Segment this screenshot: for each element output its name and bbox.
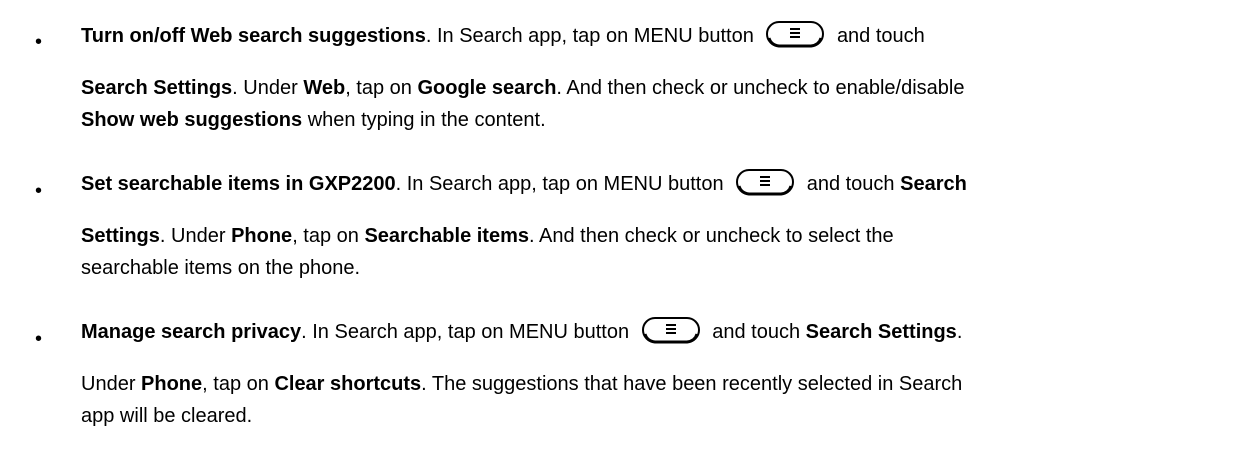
item-line-2: Settings. Under Phone, tap on Searchable… bbox=[81, 225, 894, 247]
item-line-3: Show web suggestions when typing in the … bbox=[81, 109, 546, 131]
item-line-1: Manage search privacy. In Search app, ta… bbox=[81, 316, 962, 344]
document-page: • Turn on/off Web search suggestions. In… bbox=[0, 0, 1234, 470]
bullet-mark: • bbox=[35, 31, 43, 53]
menu-button-icon bbox=[735, 168, 795, 196]
item-line-3: app will be cleared. bbox=[81, 405, 253, 427]
menu-button-icon bbox=[641, 316, 701, 344]
bullet-mark: • bbox=[35, 180, 43, 202]
item-line-3: searchable items on the phone. bbox=[81, 257, 361, 279]
item-title: Set searchable items in GXP2200 bbox=[81, 173, 396, 195]
item-line-2: Search Settings. Under Web, tap on Googl… bbox=[81, 77, 965, 99]
item-line-2: Under Phone, tap on Clear shortcuts. The… bbox=[81, 373, 963, 395]
item-line-1: Set searchable items in GXP2200. In Sear… bbox=[81, 168, 967, 196]
bullet-mark: • bbox=[35, 328, 43, 350]
item-title: Manage search privacy bbox=[81, 321, 302, 343]
menu-button-icon bbox=[765, 20, 825, 48]
item-line-1: Turn on/off Web search suggestions. In S… bbox=[81, 20, 925, 48]
item-title: Turn on/off Web search suggestions bbox=[81, 25, 426, 47]
